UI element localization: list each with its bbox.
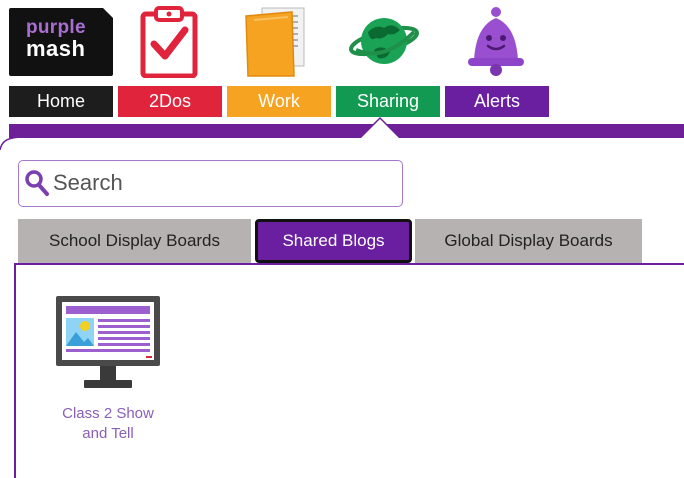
logo-text-mash: mash — [26, 36, 86, 61]
tab-global-display-boards[interactable]: Global Display Boards — [415, 219, 642, 263]
folder-icon[interactable] — [244, 6, 310, 78]
bell-icon[interactable] — [460, 6, 532, 78]
purple-mash-page: purple mash Home 2Dos Work Sharing Alert… — [0, 0, 684, 478]
tab-school-display-boards[interactable]: School Display Boards — [18, 219, 251, 263]
purple-mash-logo[interactable]: purple mash — [9, 8, 113, 76]
clipboard-check-icon[interactable] — [140, 6, 198, 78]
monitor-blog-icon — [56, 296, 160, 397]
search-input[interactable] — [53, 167, 393, 199]
search-icon — [24, 169, 50, 202]
blog-item-title: Class 2 Show and Tell — [62, 405, 154, 442]
logo-corner — [103, 8, 113, 18]
tab-shared-blogs[interactable]: Shared Blogs — [255, 219, 412, 263]
blog-item[interactable]: Class 2 Show and Tell — [48, 296, 168, 446]
search-field[interactable] — [18, 160, 403, 207]
globe-icon[interactable] — [348, 10, 420, 72]
logo-text-purple: purple — [26, 17, 86, 38]
